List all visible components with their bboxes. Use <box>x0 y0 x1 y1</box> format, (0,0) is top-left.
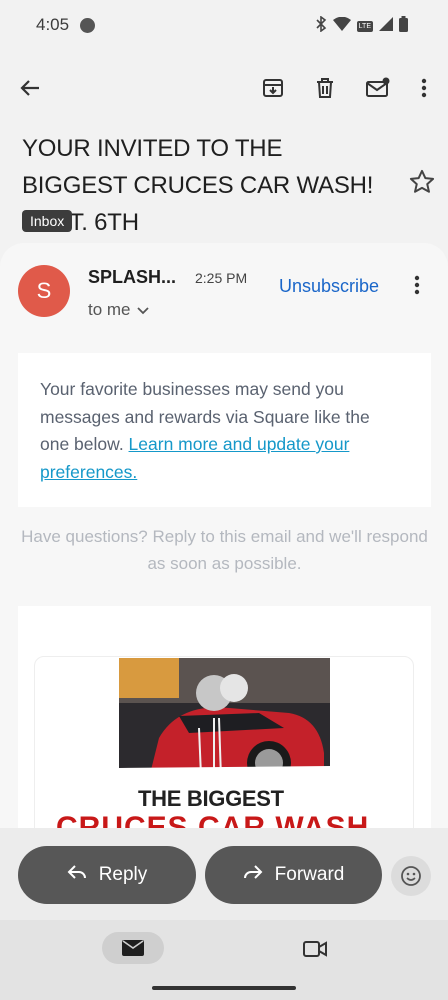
action-bar: Reply Forward <box>0 828 448 920</box>
signal-icon <box>379 17 393 36</box>
trash-icon[interactable] <box>309 72 341 104</box>
avatar[interactable]: S <box>18 265 70 317</box>
label-chip-inbox[interactable]: Inbox <box>22 210 73 232</box>
sender-name[interactable]: SPLASH... <box>88 267 176 288</box>
mark-unread-icon[interactable] <box>362 72 394 104</box>
home-indicator[interactable] <box>152 986 296 990</box>
reply-button[interactable]: Reply <box>18 846 196 904</box>
recipient-details[interactable]: to me <box>88 300 149 320</box>
status-time: 4:05 <box>36 15 70 34</box>
chevron-down-icon <box>136 300 149 320</box>
message-more-icon[interactable] <box>414 275 434 299</box>
status-icons: LTE <box>315 15 408 37</box>
bluetooth-icon <box>315 15 327 37</box>
emoji-reaction-button[interactable] <box>391 856 431 896</box>
forward-button[interactable]: Forward <box>205 846 382 904</box>
wifi-icon <box>332 16 351 36</box>
forward-icon <box>243 864 263 886</box>
email-toolbar <box>0 62 448 114</box>
email-subject: YOUR INVITED TO THE BIGGEST CRUCES CAR W… <box>22 135 374 236</box>
archive-icon[interactable] <box>257 72 289 104</box>
battery-icon <box>399 16 408 37</box>
bottom-navigation <box>0 920 448 1000</box>
questions-text: Have questions? Reply to this email and … <box>21 527 428 573</box>
reply-label: Reply <box>98 864 148 885</box>
unsubscribe-link[interactable]: Unsubscribe <box>279 276 379 297</box>
reply-icon <box>67 864 87 886</box>
message-time: 2:25 PM <box>195 270 248 286</box>
star-icon[interactable] <box>408 168 438 198</box>
forward-label: Forward <box>274 864 345 885</box>
recipient-label: to me <box>88 300 131 319</box>
status-bar: 4:05 LTE <box>0 0 448 52</box>
lte-icon: LTE <box>356 21 373 32</box>
mail-icon <box>122 940 144 956</box>
spotify-icon <box>80 18 95 33</box>
video-camera-icon <box>303 941 327 957</box>
back-arrow-icon[interactable] <box>14 72 46 104</box>
email-message-card: S SPLASH... 2:25 PM Unsubscribe to me Yo… <box>0 243 448 843</box>
more-vertical-icon[interactable] <box>408 72 440 104</box>
nav-mail-tab[interactable] <box>102 932 164 964</box>
car-wash-image[interactable] <box>119 658 330 783</box>
nav-meet-tab[interactable] <box>300 934 330 964</box>
promo-section: THE BIGGEST CRUCES CAR WASH <box>18 606 431 843</box>
smiley-icon <box>401 866 421 886</box>
promo-title: THE BIGGEST <box>138 786 284 811</box>
notice-text: Your favorite businesses may send you me… <box>40 376 400 486</box>
square-notice: Your favorite businesses may send you me… <box>18 353 431 507</box>
